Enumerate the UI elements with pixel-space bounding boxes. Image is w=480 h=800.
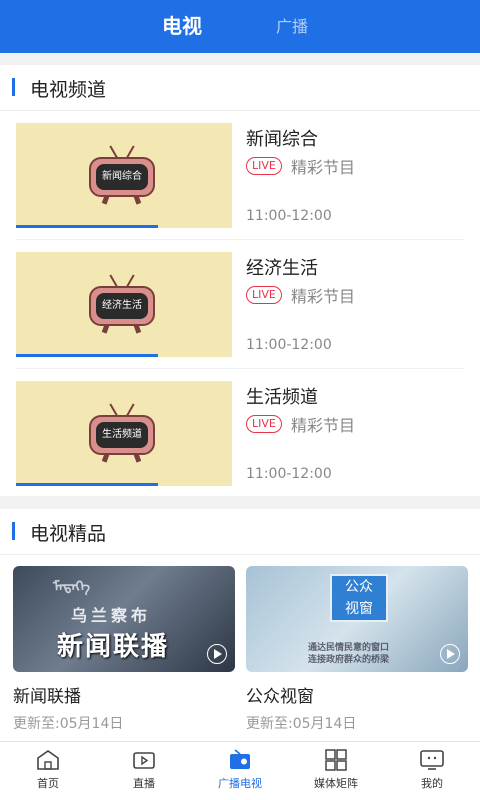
grid-icon (325, 749, 347, 771)
channel-subtitle: 精彩节目 (291, 287, 356, 306)
program-thumbnail[interactable]: 公众 视窗 通达民情民意的窗口 连接政府群众的桥梁 (246, 566, 468, 672)
channel-subtitle: 精彩节目 (291, 416, 356, 435)
program-updated: 更新至:05月14日 (13, 716, 124, 732)
tab-tv[interactable]: 电视 (162, 0, 202, 53)
logo-line: 视窗 (345, 601, 373, 617)
nav-home[interactable]: 首页 (0, 742, 96, 800)
tv-screen-label: 经济生活 (96, 293, 148, 319)
play-icon[interactable] (207, 644, 227, 664)
tv-icon: 新闻综合 (89, 145, 155, 205)
logo-line: 公众 (345, 579, 373, 595)
progress-bar (16, 483, 158, 486)
channel-thumbnail[interactable]: 新闻综合 (16, 123, 232, 228)
overlay-subtitle: 乌兰察布 (71, 606, 152, 625)
nav-label: 广播电视 (218, 777, 262, 790)
live-badge: LIVE (246, 415, 282, 433)
channel-name: 经济生活 (246, 258, 318, 279)
live-badge: LIVE (246, 157, 282, 175)
progress-bar (16, 354, 158, 357)
tv-icon: 生活频道 (89, 403, 155, 463)
nav-label: 首页 (37, 777, 59, 790)
program-logo: 公众 视窗 (330, 574, 388, 622)
channel-name: 新闻综合 (246, 129, 318, 150)
channel-item[interactable]: 经济生活 经济生活 LIVE 精彩节目 11:00-12:00 (0, 240, 480, 369)
program-updated: 更新至:05月14日 (246, 716, 357, 732)
program-card[interactable]: 公众 视窗 通达民情民意的窗口 连接政府群众的桥梁 公众视窗 更新至:05月14… (246, 566, 468, 733)
overlay-mongolian-text: ᠮᠡᠳᠡᠭᠡ (53, 579, 91, 595)
overlay-title: 新闻联播 (57, 632, 170, 662)
nav-radio-tv[interactable]: 广播电视 (192, 742, 288, 800)
nav-media-matrix[interactable]: 媒体矩阵 (288, 742, 384, 800)
section-title: 电视频道 (30, 79, 107, 101)
channel-time: 11:00-12:00 (246, 337, 332, 353)
nav-label: 媒体矩阵 (314, 777, 358, 790)
tab-radio[interactable]: 广播 (276, 0, 308, 53)
section-title: 电视精品 (30, 523, 107, 545)
program-title: 公众视窗 (246, 687, 314, 707)
bottom-navigation: 首页 直播 广播电视 媒体矩阵 我的 (0, 741, 480, 800)
nav-label: 我的 (421, 777, 443, 790)
program-card[interactable]: ᠮᠡᠳᠡᠭᠡ 乌兰察布 新闻联播 新闻联播 更新至:05月14日 (13, 566, 235, 733)
tv-screen-label: 生活频道 (96, 422, 148, 448)
section-accent-bar (12, 78, 15, 96)
section-header: 电视精品 (0, 509, 480, 555)
channel-time: 11:00-12:00 (246, 466, 332, 482)
nav-label: 直播 (133, 777, 155, 790)
top-tab-bar: 电视 广播 (0, 0, 480, 53)
program-thumbnail[interactable]: ᠮᠡᠳᠡᠭᠡ 乌兰察布 新闻联播 (13, 566, 235, 672)
section-accent-bar (12, 522, 15, 540)
tv-channels-section: 电视频道 新闻综合 新闻综合 LIVE 精彩节目 11:00-12:00 经济生… (0, 65, 480, 496)
nav-mine[interactable]: 我的 (384, 742, 480, 800)
live-video-icon (133, 752, 155, 769)
program-title: 新闻联播 (13, 687, 81, 707)
tv-screen-label: 新闻综合 (96, 164, 148, 190)
channel-item[interactable]: 新闻综合 新闻综合 LIVE 精彩节目 11:00-12:00 (0, 111, 480, 240)
live-badge: LIVE (246, 286, 282, 304)
progress-bar (16, 225, 158, 228)
radio-tv-icon (230, 749, 250, 769)
channel-subtitle: 精彩节目 (291, 158, 356, 177)
channel-thumbnail[interactable]: 生活频道 (16, 381, 232, 486)
profile-tv-icon (420, 750, 444, 770)
play-icon[interactable] (440, 644, 460, 664)
nav-live[interactable]: 直播 (96, 742, 192, 800)
section-header: 电视频道 (0, 65, 480, 111)
overlay-slogan: 连接政府群众的桥梁 (308, 655, 390, 665)
channel-name: 生活频道 (246, 387, 318, 408)
tv-icon: 经济生活 (89, 274, 155, 334)
home-icon (37, 750, 59, 770)
channel-thumbnail[interactable]: 经济生活 (16, 252, 232, 357)
channel-time: 11:00-12:00 (246, 208, 332, 224)
channel-item[interactable]: 生活频道 生活频道 LIVE 精彩节目 11:00-12:00 (0, 369, 480, 498)
